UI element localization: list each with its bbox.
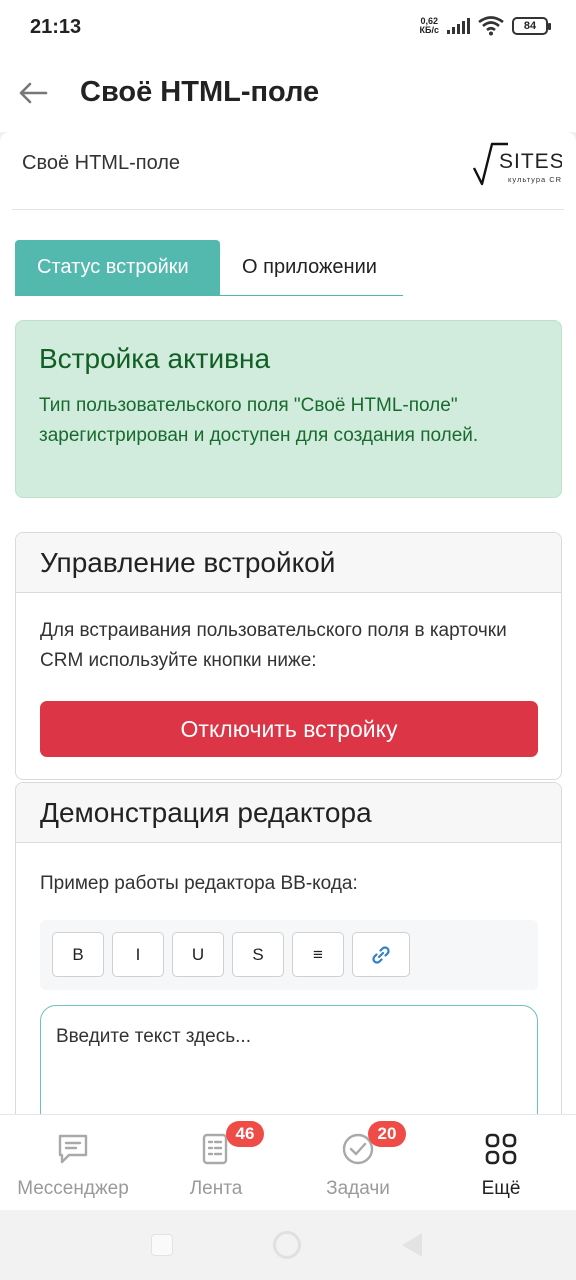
recents-icon[interactable]	[151, 1234, 173, 1256]
tasks-badge: 20	[368, 1121, 406, 1147]
disable-embedding-button[interactable]: Отключить встройку	[40, 701, 538, 757]
manage-card: Управление встройкой Для встраивания пол…	[15, 532, 562, 780]
battery-icon: 84	[512, 17, 551, 35]
status-time: 21:13	[30, 16, 82, 38]
editor-textarea[interactable]: Введите текст здесь...	[40, 1005, 538, 1114]
nav-tasks[interactable]: 20 Задачи	[286, 1115, 430, 1211]
nav-feed[interactable]: 46 Лента	[144, 1115, 288, 1211]
italic-button[interactable]: I	[112, 932, 164, 977]
manage-card-title: Управление встройкой	[16, 533, 561, 593]
demo-card-title: Демонстрация редактора	[16, 783, 561, 843]
back-arrow-icon[interactable]	[16, 76, 50, 110]
bbcode-toolbar: B I U S ≡	[40, 920, 538, 990]
content-area: Своё HTML-поле SITES культура CRM Статус…	[0, 132, 576, 1114]
tab-status[interactable]: Статус встройки	[15, 240, 220, 295]
system-navigation	[0, 1210, 576, 1280]
bold-button[interactable]: B	[52, 932, 104, 977]
signal-icon	[447, 18, 470, 34]
svg-text:SITES: SITES	[499, 150, 562, 173]
wifi-icon	[478, 16, 504, 36]
bottom-navigation: Мессенджер 46 Лента 20 Задачи Ещё	[0, 1114, 576, 1210]
success-alert: Встройка активна Тип пользовательского п…	[15, 320, 562, 498]
network-speed: 0,62 КБ/с	[419, 16, 439, 35]
feed-badge: 46	[226, 1121, 264, 1147]
status-icons: 0,62 КБ/с 84	[419, 16, 551, 36]
page-title: Своё HTML-поле	[80, 76, 320, 108]
sites-logo: SITES культура CRM	[472, 142, 562, 186]
link-icon	[372, 945, 390, 964]
nav-messenger[interactable]: Мессенджер	[1, 1115, 145, 1211]
tab-about[interactable]: О приложении	[220, 240, 399, 295]
demo-card: Демонстрация редактора Пример работы ред…	[15, 782, 562, 1114]
grid-icon	[485, 1133, 517, 1165]
editor-placeholder: Введите текст здесь...	[56, 1026, 251, 1047]
nav-feed-label: Лента	[189, 1178, 243, 1199]
nav-tasks-label: Задачи	[326, 1178, 390, 1199]
strike-button[interactable]: S	[232, 932, 284, 977]
status-bar: 21:13 0,62 КБ/с 84	[0, 0, 576, 56]
underline-button[interactable]: U	[172, 932, 224, 977]
nav-messenger-label: Мессенджер	[17, 1178, 129, 1199]
demo-card-text: Пример работы редактора BB-кода:	[40, 873, 358, 894]
svg-text:культура CRM: культура CRM	[508, 175, 562, 184]
nav-more[interactable]: Ещё	[429, 1115, 573, 1211]
alert-title: Встройка активна	[39, 343, 271, 374]
system-back-icon[interactable]	[402, 1233, 422, 1257]
alert-text: Тип пользовательского поля "Своё HTML-по…	[39, 395, 479, 446]
manage-card-text: Для встраивания пользовательского поля в…	[40, 620, 507, 671]
app-name: Своё HTML-поле	[22, 152, 181, 174]
link-button[interactable]	[352, 932, 410, 977]
tabs: Статус встройки О приложении	[15, 240, 403, 296]
chat-icon	[58, 1134, 88, 1164]
list-button[interactable]: ≡	[292, 932, 344, 977]
app-header: Своё HTML-поле SITES культура CRM	[12, 132, 564, 210]
nav-more-label: Ещё	[481, 1178, 521, 1199]
app-bar: Своё HTML-поле	[0, 56, 576, 132]
app-sheet: Своё HTML-поле SITES культура CRM Статус…	[0, 132, 576, 1114]
home-icon[interactable]	[273, 1231, 301, 1259]
